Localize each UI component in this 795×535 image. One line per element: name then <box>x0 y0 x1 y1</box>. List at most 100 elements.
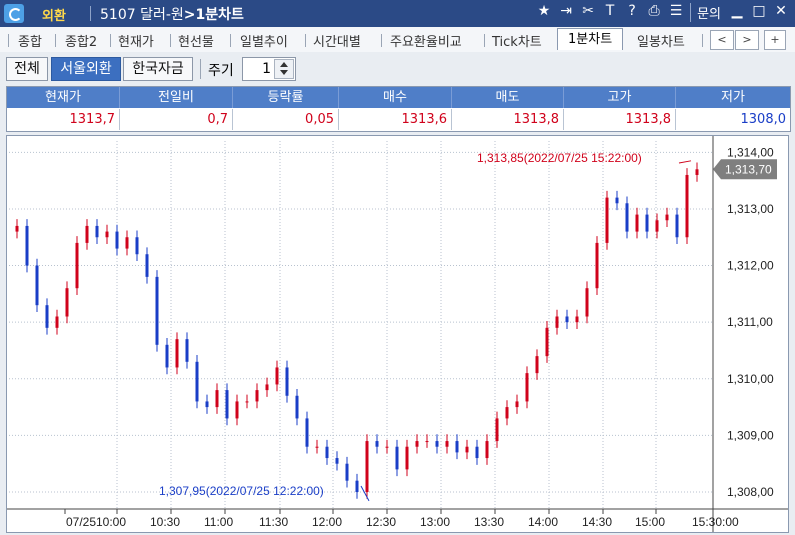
title-divider <box>90 6 91 21</box>
low-annotation: 1,307,95(2022/07/25 12:22:00) <box>159 484 324 498</box>
filter-seoul-button[interactable]: 서울외환 <box>51 57 121 81</box>
list-icon[interactable]: ☰ <box>668 3 684 22</box>
header-bid: 매수 <box>339 87 452 108</box>
candle-body <box>685 174 689 238</box>
tab-add-button[interactable]: + <box>764 30 786 50</box>
candle-body <box>595 242 599 289</box>
tab-tick-chart[interactable]: Tick차트 <box>492 31 542 50</box>
tab-rate-compare[interactable]: 주요환율비교 <box>390 31 462 50</box>
star-icon[interactable]: ★ <box>536 3 552 22</box>
y-tick-label: 1,310,00 <box>727 372 774 386</box>
candle-body <box>665 214 669 221</box>
candle-body <box>415 441 419 447</box>
candle-body <box>545 327 549 357</box>
tab-current-price[interactable]: 현재가 <box>118 31 154 50</box>
maximize-icon[interactable]: □ <box>751 3 767 22</box>
screen-title: 5107 달러-원>1분차트 <box>100 4 244 24</box>
candle-body <box>425 441 429 443</box>
x-tick-label: 10:00 <box>96 515 126 529</box>
tab-1min-chart[interactable]: 1분차트 <box>557 28 624 50</box>
header-change: 전일비 <box>120 87 233 108</box>
candle-body <box>355 480 359 493</box>
candle-body <box>615 197 619 204</box>
header-high: 고가 <box>564 87 676 108</box>
menu-name[interactable]: 외환 <box>42 5 66 24</box>
candle-body <box>675 214 679 238</box>
export-icon[interactable]: ⇥ <box>558 3 574 22</box>
value-change: 0,7 <box>120 109 233 130</box>
candle-body <box>475 446 479 459</box>
candle-body <box>65 288 69 317</box>
tab-summary2[interactable]: 종합2 <box>65 31 97 50</box>
candle-body <box>205 401 209 408</box>
candle-body <box>405 446 409 470</box>
tab-divider <box>484 34 485 47</box>
current-price-tag: 1,313,70 <box>713 159 777 180</box>
chart-canvas[interactable]: 1,314,00 1,313,00 1,312,00 1,311,00 1,310,00… <box>7 136 788 532</box>
candle-body <box>225 390 229 419</box>
candle-body <box>145 254 149 277</box>
candle-body <box>185 339 189 362</box>
y-tick-label: 1,308,00 <box>727 485 774 499</box>
y-tick-label: 1,309,00 <box>727 428 774 442</box>
candle-body <box>445 441 449 447</box>
tab-time-zone[interactable]: 시간대별 <box>313 31 361 50</box>
text-icon[interactable]: T <box>602 3 618 22</box>
tab-divider <box>230 34 231 47</box>
candle-body <box>455 441 459 453</box>
candle-body <box>295 395 299 419</box>
candle-body <box>135 237 139 255</box>
candle-body <box>15 225 19 232</box>
candle-body <box>395 446 399 470</box>
stepper-arrows-icon[interactable] <box>274 59 294 79</box>
tab-divider <box>55 34 56 47</box>
quote-table: 현재가 전일비 등락률 매수 매도 고가 저가 1313,7 0,7 0,05 … <box>6 86 791 132</box>
print-icon[interactable]: ⎙ <box>646 3 662 22</box>
x-tick-label: 10:30 <box>150 515 180 529</box>
candle-body <box>575 316 579 323</box>
candle-body <box>85 225 89 243</box>
link-icon[interactable]: ✂ <box>580 3 596 22</box>
inquiry-button[interactable]: 문의 <box>690 3 723 22</box>
x-tick-label: 12:00 <box>312 515 342 529</box>
candle-body <box>645 214 649 232</box>
tab-daily-chart[interactable]: 일봉차트 <box>637 31 685 50</box>
filter-row: 전체 서울외환 한국자금 주기 1 <box>0 52 795 86</box>
cycle-stepper[interactable]: 1 <box>242 57 296 81</box>
title-icons: ★ ⇥ ✂ T ? ⎙ ☰ 문의 ▁ □ ✕ <box>536 3 789 22</box>
tab-divider <box>702 34 703 47</box>
y-tick-label: 1,311,00 <box>727 315 773 329</box>
tab-daily-trend[interactable]: 일별추이 <box>240 31 288 50</box>
tab-divider <box>8 34 9 47</box>
candle-body <box>255 390 259 402</box>
value-low: 1308,0 <box>740 112 787 127</box>
tab-spot-futures[interactable]: 현선물 <box>178 31 214 50</box>
tab-next-button[interactable]: > <box>735 30 759 50</box>
candle-body <box>195 361 199 402</box>
cycle-value[interactable]: 1 <box>243 61 271 77</box>
tab-summary[interactable]: 종합 <box>18 31 42 50</box>
x-tick-label: 14:30 <box>582 515 612 529</box>
candle-body <box>165 344 169 368</box>
help-icon[interactable]: ? <box>624 3 640 22</box>
header-current-price: 현재가 <box>7 87 120 108</box>
tab-prev-button[interactable]: < <box>710 30 734 50</box>
candle-body <box>215 390 219 408</box>
candle-body <box>275 367 279 385</box>
high-annotation: 1,313,85(2022/07/25 15:22:00) <box>477 151 642 165</box>
value-bid: 1313,6 <box>339 109 452 130</box>
minimize-icon[interactable]: ▁ <box>729 3 745 22</box>
current-price-label: 1,313,70 <box>725 162 772 176</box>
candle-body <box>345 463 349 481</box>
close-icon[interactable]: ✕ <box>773 3 789 22</box>
candle-body <box>95 225 99 238</box>
filter-korea-money-button[interactable]: 한국자금 <box>123 57 193 81</box>
tab-divider <box>305 34 306 47</box>
filter-all-button[interactable]: 전체 <box>6 57 48 81</box>
candle-body <box>495 418 499 442</box>
price-chart[interactable]: 1,314,00 1,313,00 1,312,00 1,311,00 1,310,00… <box>6 135 789 533</box>
candle-body <box>25 225 29 266</box>
candle-body <box>265 384 269 391</box>
tab-bar: 종합 종합2 현재가 현선물 일별추이 시간대별 주요환율비교 Tick차트 1… <box>0 27 795 53</box>
value-change-rate: 0,05 <box>233 109 339 130</box>
